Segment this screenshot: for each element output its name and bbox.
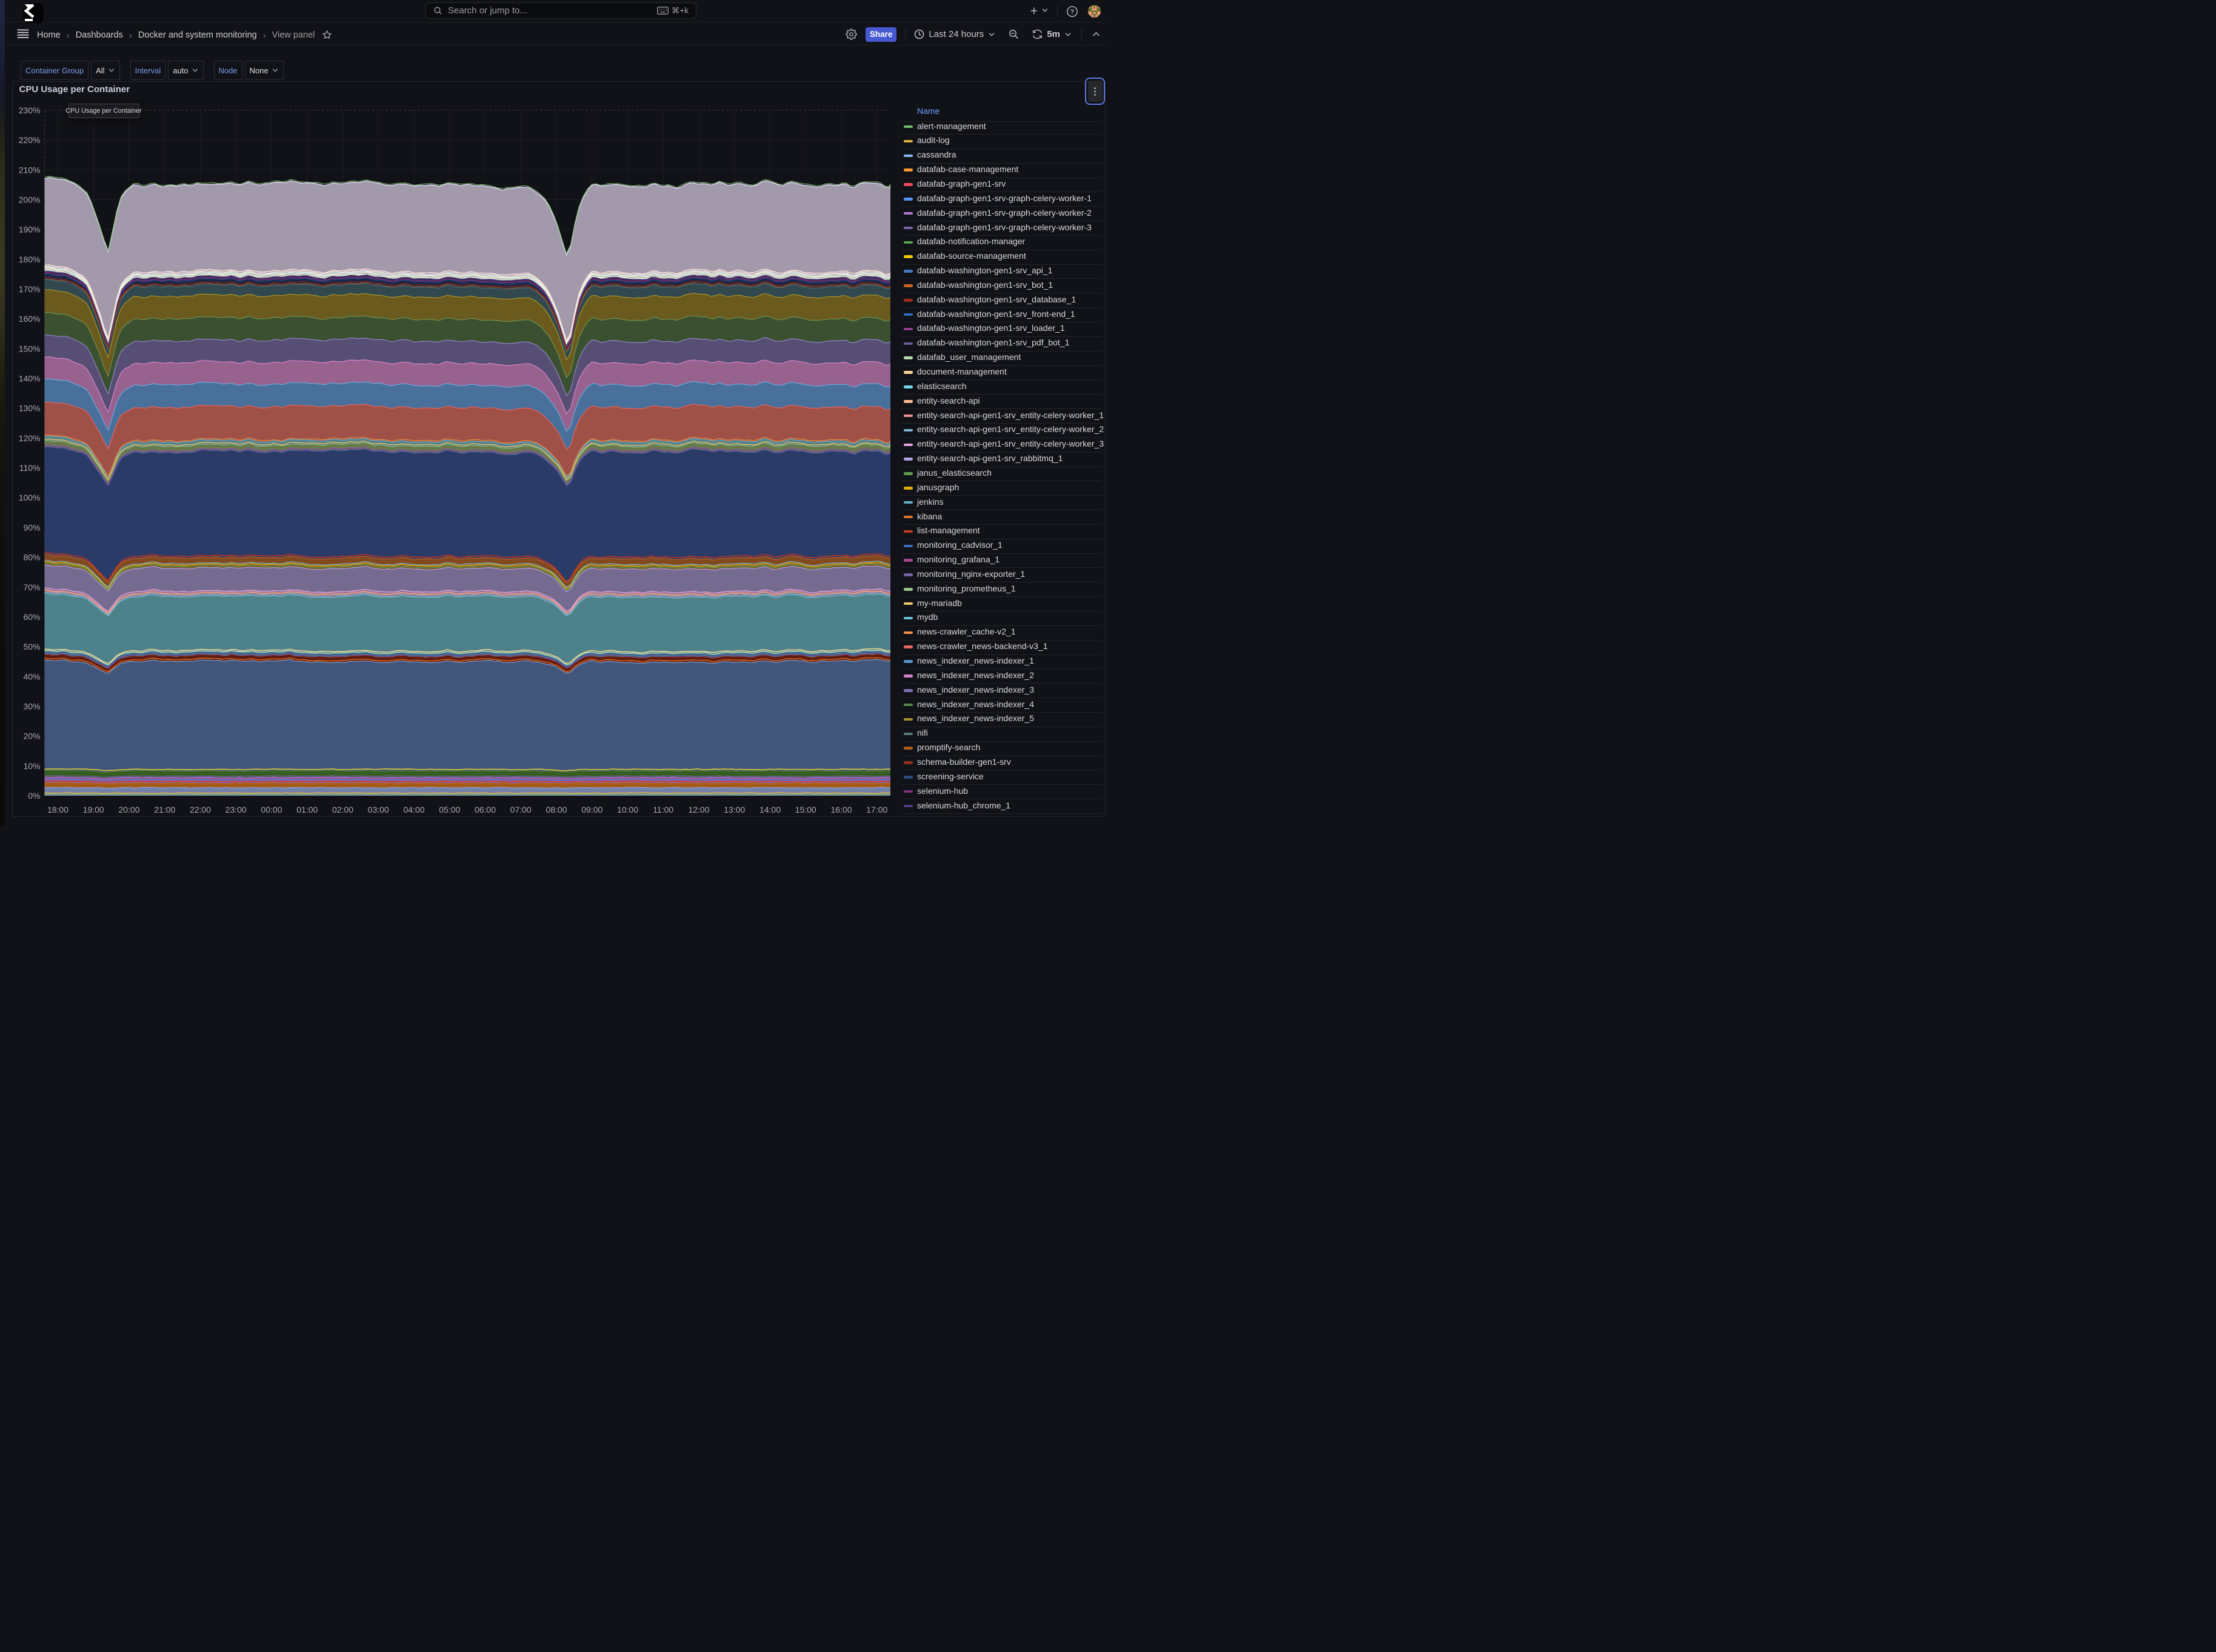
- svg-text:200%: 200%: [19, 195, 41, 205]
- svg-text:170%: 170%: [19, 284, 41, 294]
- svg-text:90%: 90%: [23, 522, 40, 532]
- svg-text:20:00: 20:00: [118, 805, 139, 814]
- svg-text:0%: 0%: [28, 791, 40, 801]
- svg-text:10:00: 10:00: [617, 805, 638, 814]
- svg-text:110%: 110%: [19, 463, 41, 473]
- svg-text:03:00: 03:00: [368, 805, 389, 814]
- svg-text:06:00: 06:00: [475, 805, 496, 814]
- svg-text:140%: 140%: [19, 374, 41, 384]
- svg-text:15:00: 15:00: [795, 805, 816, 814]
- svg-text:16:00: 16:00: [830, 805, 852, 814]
- svg-text:20%: 20%: [23, 731, 40, 741]
- svg-text:19:00: 19:00: [83, 805, 104, 814]
- svg-text:14:00: 14:00: [759, 805, 781, 814]
- svg-text:220%: 220%: [19, 135, 41, 145]
- svg-text:100%: 100%: [19, 493, 41, 502]
- svg-text:21:00: 21:00: [154, 805, 175, 814]
- svg-text:190%: 190%: [19, 225, 41, 235]
- svg-text:180%: 180%: [19, 255, 41, 264]
- svg-text:130%: 130%: [19, 404, 41, 413]
- svg-text:07:00: 07:00: [510, 805, 532, 814]
- svg-text:17:00: 17:00: [866, 805, 887, 814]
- svg-text:150%: 150%: [19, 344, 41, 353]
- svg-text:70%: 70%: [23, 582, 40, 592]
- svg-text:40%: 40%: [23, 671, 40, 681]
- svg-text:05:00: 05:00: [439, 805, 460, 814]
- svg-text:04:00: 04:00: [403, 805, 424, 814]
- svg-text:08:00: 08:00: [546, 805, 567, 814]
- svg-text:23:00: 23:00: [225, 805, 247, 814]
- svg-text:00:00: 00:00: [261, 805, 282, 814]
- svg-text:18:00: 18:00: [47, 805, 68, 814]
- svg-text:11:00: 11:00: [653, 805, 673, 814]
- svg-text:10%: 10%: [23, 761, 40, 771]
- svg-text:50%: 50%: [23, 642, 40, 651]
- svg-text:02:00: 02:00: [332, 805, 353, 814]
- svg-text:210%: 210%: [19, 165, 41, 175]
- svg-text:13:00: 13:00: [724, 805, 745, 814]
- svg-text:12:00: 12:00: [688, 805, 709, 814]
- svg-text:60%: 60%: [23, 612, 40, 622]
- svg-text:22:00: 22:00: [190, 805, 211, 814]
- svg-text:09:00: 09:00: [581, 805, 602, 814]
- svg-text:230%: 230%: [19, 105, 41, 115]
- svg-text:160%: 160%: [19, 314, 41, 324]
- svg-text:120%: 120%: [19, 433, 41, 443]
- svg-text:30%: 30%: [23, 702, 40, 711]
- svg-text:80%: 80%: [23, 553, 40, 562]
- svg-text:01:00: 01:00: [296, 805, 318, 814]
